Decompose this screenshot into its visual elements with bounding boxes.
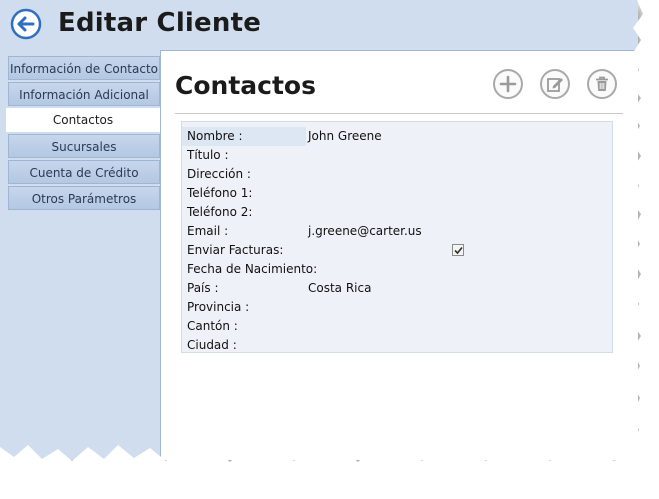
sidebar-item-cuenta-credito[interactable]: Cuenta de Crédito: [8, 160, 160, 184]
sidebar-item-sucursales[interactable]: Sucursales: [8, 134, 160, 158]
field-row-canton: Cantón :: [182, 317, 612, 336]
sidebar-item-otros-parametros[interactable]: Otros Parámetros: [8, 186, 160, 210]
field-row-nombre: Nombre : John Greene: [182, 127, 612, 146]
field-label: Cantón :: [187, 319, 238, 333]
field-row-ciudad: Ciudad :: [182, 336, 612, 355]
field-row-provincia: Provincia :: [182, 298, 612, 317]
field-label: País :: [187, 281, 219, 295]
add-contact-button[interactable]: [493, 69, 523, 99]
field-value-pais[interactable]: Costa Rica: [308, 279, 371, 298]
back-button[interactable]: [10, 8, 42, 40]
field-row-fecha-nacimiento: Fecha de Nacimiento:: [182, 260, 612, 279]
back-arrow-icon: [10, 8, 42, 40]
field-row-titulo: Título :: [182, 146, 612, 165]
contact-form: Nombre : John Greene Título : Dirección …: [181, 121, 613, 353]
field-row-email: Email : j.greene@carter.us: [182, 222, 612, 241]
field-label: Teléfono 1:: [187, 186, 253, 200]
field-label: Título :: [187, 148, 229, 162]
field-label: Email :: [187, 224, 229, 238]
section-title: Contactos: [175, 71, 316, 100]
checkmark-icon: [453, 246, 463, 254]
app-window: Editar Cliente Información de Contacto I…: [0, 0, 638, 460]
edit-icon: [547, 78, 563, 92]
field-label: Teléfono 2:: [187, 205, 253, 219]
field-value-email[interactable]: j.greene@carter.us: [308, 222, 422, 241]
sidebar-item-contactos[interactable]: Contactos: [6, 108, 160, 132]
field-label: Ciudad :: [187, 338, 237, 352]
sidebar: Información de Contacto Información Adic…: [6, 56, 160, 212]
enviar-facturas-checkbox[interactable]: [452, 244, 464, 256]
field-row-enviar-facturas: Enviar Facturas:: [182, 241, 612, 260]
delete-contact-button[interactable]: [587, 69, 617, 99]
field-value-nombre[interactable]: John Greene: [308, 127, 382, 146]
field-row-pais: País : Costa Rica: [182, 279, 612, 298]
page-title: Editar Cliente: [58, 8, 262, 38]
field-label: Fecha de Nacimiento:: [187, 262, 318, 276]
field-label: Provincia :: [187, 300, 250, 314]
field-row-telefono-1: Teléfono 1:: [182, 184, 612, 203]
sidebar-item-informacion-contacto[interactable]: Información de Contacto: [8, 56, 160, 80]
field-label: Enviar Facturas:: [187, 243, 284, 257]
trash-icon: [596, 76, 608, 91]
field-label: Dirección :: [187, 167, 251, 181]
field-label: Nombre :: [187, 129, 243, 143]
edit-contact-button[interactable]: [540, 69, 570, 99]
field-row-direccion: Dirección :: [182, 165, 612, 184]
title-divider: [175, 113, 623, 114]
main-panel: Contactos Nombre : John Greene Título: …: [160, 50, 638, 460]
sidebar-item-informacion-adicional[interactable]: Información Adicional: [8, 82, 160, 106]
field-row-telefono-2: Teléfono 2:: [182, 203, 612, 222]
plus-icon: [499, 75, 517, 93]
